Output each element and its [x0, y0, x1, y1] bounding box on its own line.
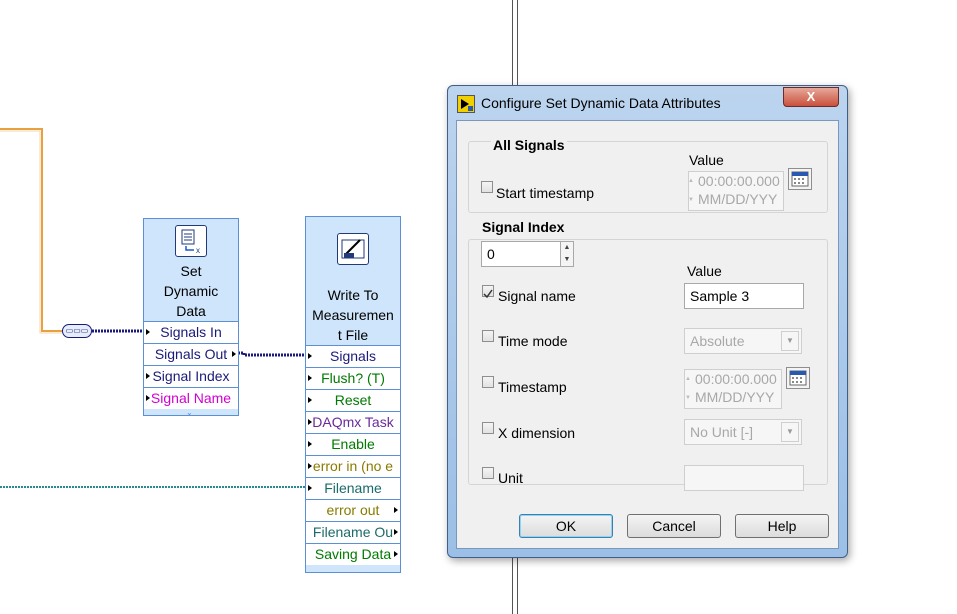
dynamic-wire-out — [238, 351, 306, 357]
dialog-title: Configure Set Dynamic Data Attributes — [481, 95, 721, 111]
time-mode-select: Absolute ▼ — [684, 328, 802, 354]
terminal-signals[interactable]: Signals — [306, 345, 400, 367]
time-mode-label: Time mode — [498, 333, 568, 349]
timestamp-spinner: ▲ ▼ — [685, 376, 691, 401]
terminal-signal-index[interactable]: Signal Index — [144, 365, 238, 387]
set-dynamic-data-node[interactable]: x Set Dynamic Data Signals In Signals Ou… — [143, 218, 239, 417]
terminal-daqmx-task[interactable]: DAQmx Task — [306, 411, 400, 433]
timestamp-checkbox[interactable] — [482, 376, 494, 388]
title-line: Data — [176, 303, 206, 319]
terminal-error-out[interactable]: error out — [306, 499, 400, 521]
terminal-reset[interactable]: Reset — [306, 389, 400, 411]
cancel-button[interactable]: Cancel — [627, 514, 721, 538]
unit-checkbox[interactable] — [482, 467, 494, 479]
title-line: Set — [180, 263, 202, 279]
timestamp-field: 00:00:00.000 MM/DD/YYY — [684, 369, 782, 409]
terminal-saving-data[interactable]: Saving Data — [306, 543, 400, 565]
terminal-error-in[interactable]: error in (no e — [306, 455, 400, 477]
signal-index-group — [468, 239, 828, 485]
start-timestamp-field: 00:00:00.000 MM/DD/YYY — [688, 171, 784, 211]
timestamp-time-value: 00:00:00.000 — [695, 371, 777, 387]
terminal-enable[interactable]: Enable — [306, 433, 400, 455]
write-file-title: Write To Measuremen t File — [306, 285, 400, 345]
x-dimension-select: No Unit [-] ▼ — [684, 419, 802, 445]
signal-name-checkbox[interactable] — [482, 285, 494, 299]
start-timestamp-label: Start timestamp — [496, 185, 595, 201]
signal-name-input[interactable]: Sample 3 — [684, 283, 804, 309]
terminal-signals-in[interactable]: Signals In — [144, 321, 238, 343]
write-measurement-file-node[interactable]: Write To Measuremen t File Signals Flush… — [305, 216, 401, 573]
orange-wire — [0, 128, 62, 332]
close-button[interactable]: X — [783, 87, 839, 107]
dialog-client: All Signals Value Start timestamp 00:00:… — [456, 120, 839, 549]
time-mode-value: Absolute — [690, 333, 745, 349]
expand-chevron-icon[interactable]: ⌄ — [186, 408, 193, 417]
dynamic-data-constant[interactable]: ▭▭▭ — [62, 324, 92, 338]
ok-button[interactable]: OK — [519, 514, 613, 538]
signal-value-header: Value — [687, 263, 722, 279]
start-timestamp-calendar-icon — [788, 168, 812, 190]
help-button[interactable]: Help — [735, 514, 829, 538]
all-signals-value-header: Value — [689, 152, 724, 168]
start-time-value: 00:00:00.000 — [698, 173, 780, 189]
dropdown-arrow-icon: ▼ — [781, 422, 799, 442]
increment-arrow-icon[interactable]: ▲ — [561, 242, 573, 254]
svg-text:x: x — [196, 246, 200, 255]
start-timestamp-spinner: ▲ ▼ — [688, 178, 694, 203]
configure-dialog: Configure Set Dynamic Data Attributes X … — [447, 85, 848, 558]
start-timestamp-checkbox[interactable] — [481, 181, 493, 193]
all-signals-heading: All Signals — [491, 137, 567, 153]
unit-label: Unit — [498, 470, 523, 486]
x-dimension-label: X dimension — [498, 425, 576, 441]
close-icon: X — [806, 89, 816, 104]
title-line: Measuremen — [312, 307, 394, 323]
set-dynamic-data-icon: x — [175, 225, 207, 257]
terminal-filename-out[interactable]: Filename Ou — [306, 521, 400, 543]
labview-app-icon — [457, 95, 475, 113]
terminal-signals-out[interactable]: Signals Out — [144, 343, 238, 365]
x-dimension-checkbox[interactable] — [482, 422, 494, 434]
terminal-signal-name[interactable]: Signal Name — [144, 387, 238, 409]
set-dynamic-data-title: Set Dynamic Data — [144, 261, 238, 321]
terminal-filename[interactable]: Filename — [306, 477, 400, 499]
decrement-arrow-icon[interactable]: ▼ — [561, 254, 573, 266]
orange-wire-inner — [0, 130, 62, 334]
dropdown-arrow-icon: ▼ — [781, 331, 799, 351]
timestamp-calendar-icon — [786, 367, 810, 389]
signal-index-stepper[interactable]: ▲ ▼ — [560, 241, 574, 267]
write-file-icon — [337, 233, 369, 265]
title-line: t File — [337, 327, 369, 343]
timestamp-label: Timestamp — [498, 379, 567, 395]
title-line: Write To — [327, 287, 379, 303]
unit-input — [684, 465, 804, 491]
start-date-value: MM/DD/YYY — [698, 191, 778, 207]
signal-name-label: Signal name — [498, 288, 576, 304]
check-icon — [483, 289, 493, 299]
title-line: Dynamic — [163, 283, 219, 299]
time-mode-checkbox[interactable] — [482, 330, 494, 342]
signal-index-input[interactable]: 0 — [481, 241, 561, 267]
x-dimension-value: No Unit [-] — [690, 424, 754, 440]
terminal-flush[interactable]: Flush? (T) — [306, 367, 400, 389]
timestamp-date-value: MM/DD/YYY — [695, 389, 775, 405]
signal-index-heading: Signal Index — [482, 219, 565, 235]
